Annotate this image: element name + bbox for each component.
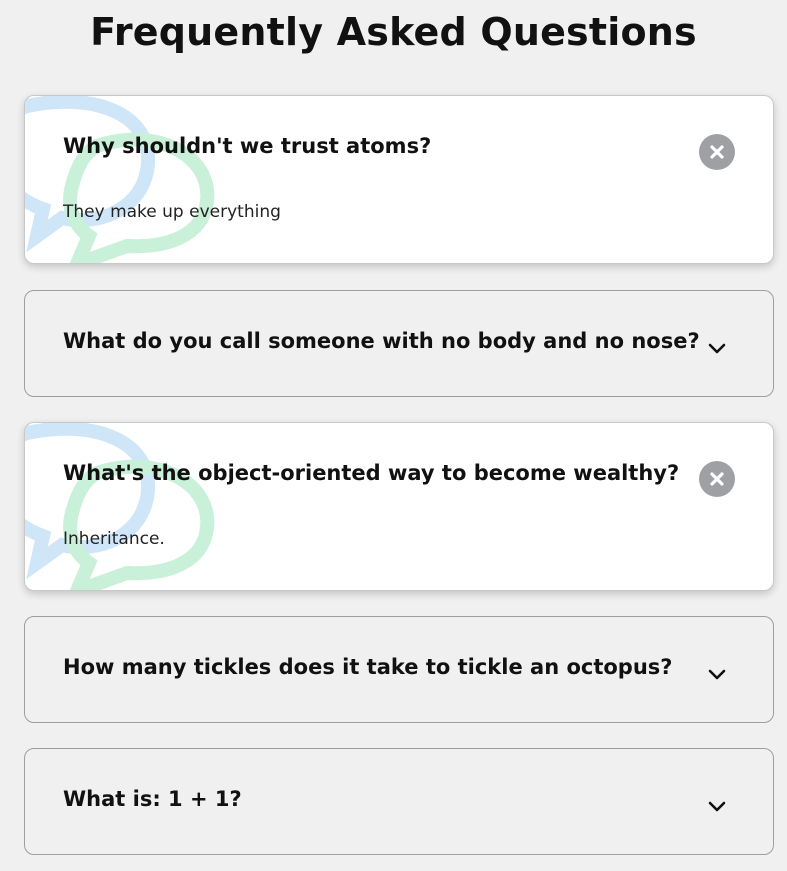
expand-button[interactable] bbox=[699, 653, 735, 689]
chevron-down-icon bbox=[708, 343, 726, 354]
expand-button[interactable] bbox=[699, 327, 735, 363]
expand-button[interactable] bbox=[699, 785, 735, 821]
faq-question: What's the object-oriented way to become… bbox=[63, 461, 680, 485]
faq-item[interactable]: What do you call someone with no body an… bbox=[24, 290, 774, 397]
chat-bubbles-icon bbox=[25, 96, 215, 263]
chevron-down-icon bbox=[708, 801, 726, 812]
faq-item[interactable]: What is: 1 + 1? bbox=[24, 748, 774, 855]
faq-question: How many tickles does it take to tickle … bbox=[63, 655, 673, 679]
page-title: Frequently Asked Questions bbox=[90, 10, 697, 54]
close-icon bbox=[699, 134, 735, 170]
collapse-button[interactable] bbox=[699, 134, 735, 170]
faq-item[interactable]: How many tickles does it take to tickle … bbox=[24, 616, 774, 723]
chevron-down-icon bbox=[708, 669, 726, 680]
faq-question: What do you call someone with no body an… bbox=[63, 329, 700, 353]
faq-item[interactable]: What's the object-oriented way to become… bbox=[24, 422, 774, 591]
chat-bubbles-icon bbox=[25, 423, 215, 590]
close-icon bbox=[699, 461, 735, 497]
faq-answer: They make up everything bbox=[63, 202, 281, 222]
faq-answer: Inheritance. bbox=[63, 529, 165, 549]
faq-question: Why shouldn't we trust atoms? bbox=[63, 134, 432, 158]
faq-question: What is: 1 + 1? bbox=[63, 787, 242, 811]
faq-item[interactable]: Why shouldn't we trust atoms? They make … bbox=[24, 95, 774, 264]
faq-page: Frequently Asked Questions Why shouldn't… bbox=[0, 0, 787, 871]
collapse-button[interactable] bbox=[699, 461, 735, 497]
